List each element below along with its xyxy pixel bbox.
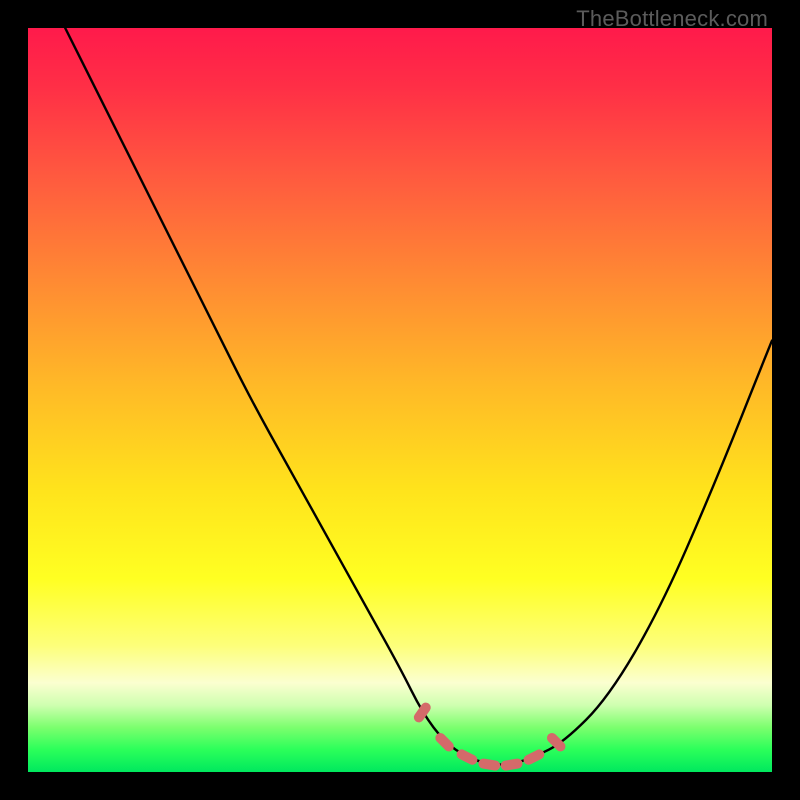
watermark-text: TheBottleneck.com [576,6,768,32]
accent-dash [500,758,523,771]
accent-dash [478,758,501,771]
accent-dash [455,748,479,767]
accent-dash [522,748,546,767]
optimal-range-marks [412,701,568,772]
accent-dash [433,731,456,754]
chart-frame [28,28,772,772]
bottleneck-chart [28,28,772,772]
bottleneck-curve [65,28,772,765]
